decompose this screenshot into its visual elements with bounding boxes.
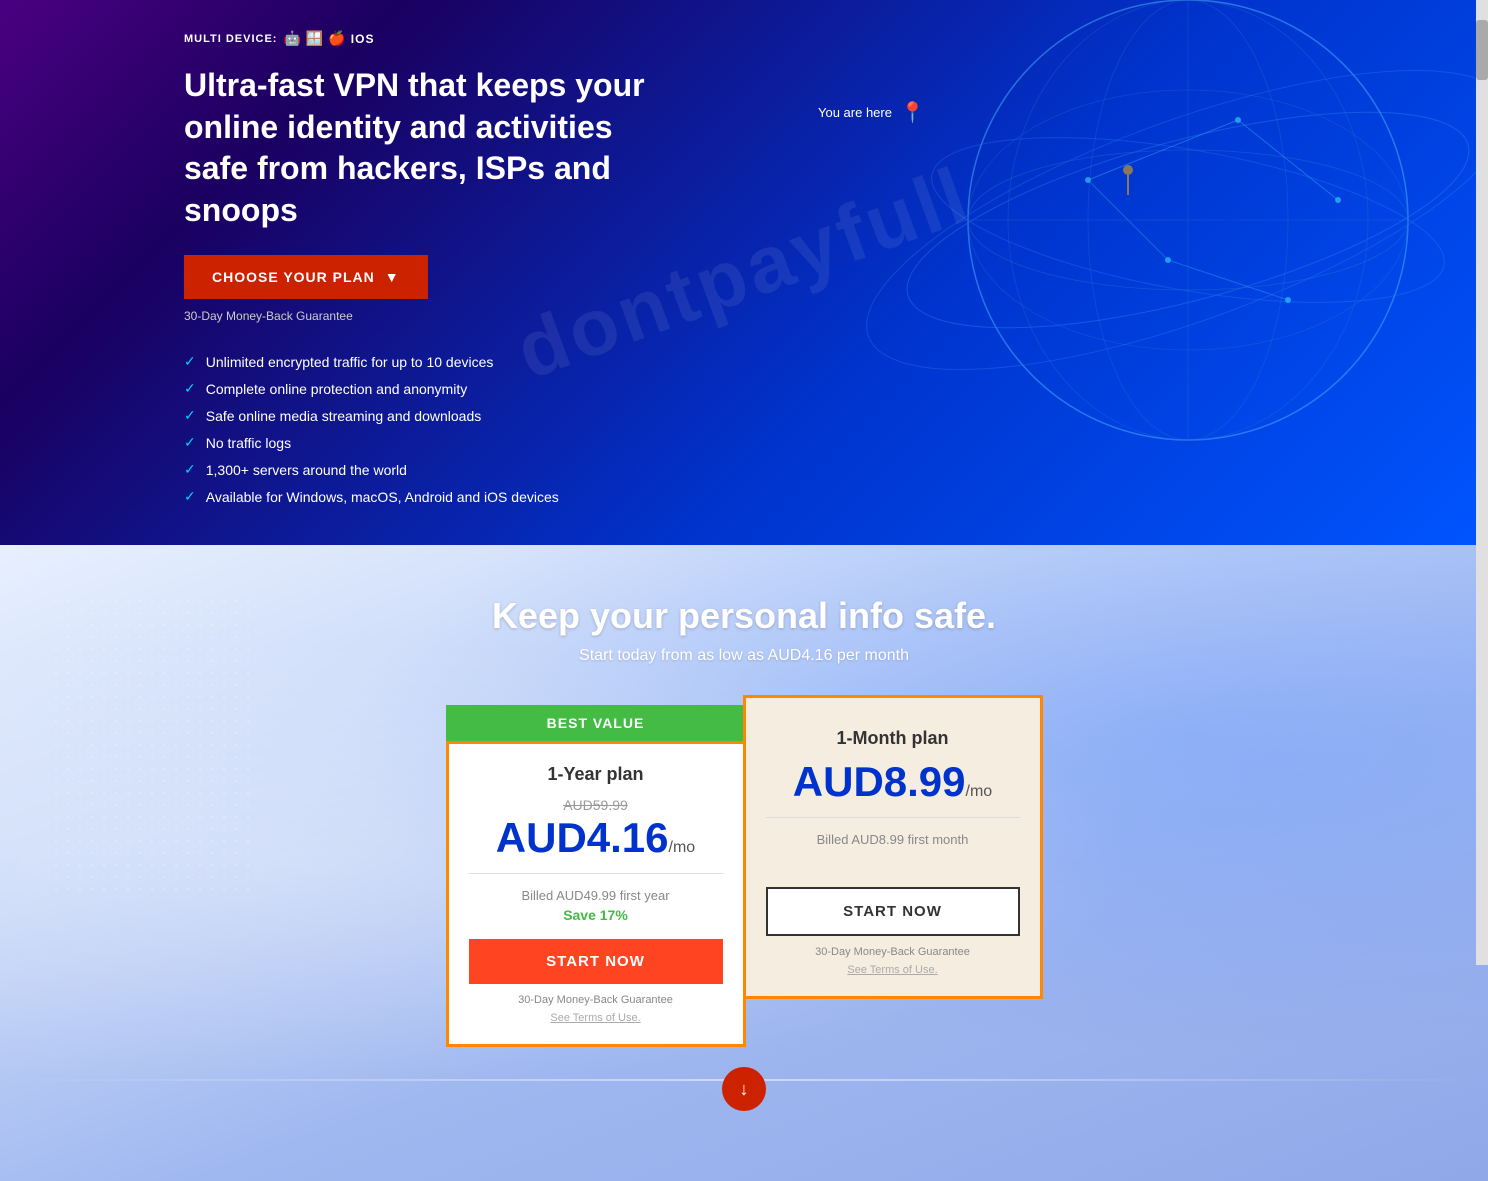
choose-plan-label: CHOOSE YOUR PLAN bbox=[212, 269, 375, 285]
hero-content: MULTI DEVICE: 🤖 🪟 🍎 iOS Ultra-fast VPN t… bbox=[144, 20, 1344, 505]
feature-text-2: Complete online protection and anonymity bbox=[206, 381, 468, 397]
check-icon-3: ✓ bbox=[184, 407, 196, 424]
android-icon: 🤖 bbox=[283, 30, 301, 47]
check-icon-2: ✓ bbox=[184, 380, 196, 397]
plan-1month-guarantee: 30-Day Money-Back Guarantee bbox=[766, 946, 1020, 958]
plan-1month-billing: Billed AUD8.99 first month bbox=[766, 832, 1020, 847]
check-icon-1: ✓ bbox=[184, 353, 196, 370]
plan-1month-terms[interactable]: See Terms of Use. bbox=[766, 964, 1020, 976]
feature-text-3: Safe online media streaming and download… bbox=[206, 408, 482, 424]
plan-1year-billing: Billed AUD49.99 first year bbox=[469, 888, 723, 903]
pricing-title: Keep your personal info safe. bbox=[294, 595, 1194, 637]
start-now-button-1year[interactable]: START NOW bbox=[469, 939, 723, 984]
multi-device-row: MULTI DEVICE: 🤖 🪟 🍎 iOS bbox=[184, 30, 864, 47]
plan-card-1month: 1-Month plan AUD8.99/mo Billed AUD8.99 f… bbox=[743, 695, 1043, 999]
check-icon-6: ✓ bbox=[184, 488, 196, 505]
start-now-label-1year: START NOW bbox=[546, 953, 645, 970]
check-icon-5: ✓ bbox=[184, 461, 196, 478]
arrow-down-icon: ▼ bbox=[385, 269, 400, 285]
scrollbar[interactable] bbox=[1476, 0, 1488, 965]
feature-item-4: ✓ No traffic logs bbox=[184, 434, 864, 451]
scroll-down-icon: ↓ bbox=[740, 1079, 749, 1100]
divider-1year bbox=[469, 873, 723, 874]
plan-1month-spacer bbox=[766, 851, 1020, 871]
device-icons: 🤖 🪟 🍎 iOS bbox=[283, 30, 374, 47]
bottom-hint: ↓ bbox=[294, 1047, 1194, 1121]
feature-item-6: ✓ Available for Windows, macOS, Android … bbox=[184, 488, 864, 505]
ios-label: iOS bbox=[351, 32, 375, 46]
plan-1year-name: 1-Year plan bbox=[469, 764, 723, 785]
hero-section: dontpayfull bbox=[0, 0, 1488, 545]
pricing-inner: Keep your personal info safe. Start toda… bbox=[294, 595, 1194, 1121]
feature-text-6: Available for Windows, macOS, Android an… bbox=[206, 489, 559, 505]
feature-item-2: ✓ Complete online protection and anonymi… bbox=[184, 380, 864, 397]
plans-container: BEST VALUE 1-Year plan AUD59.99 AUD4.16/… bbox=[294, 705, 1194, 1047]
plan-1year-terms[interactable]: See Terms of Use. bbox=[469, 1012, 723, 1024]
hero-left-panel: MULTI DEVICE: 🤖 🪟 🍎 iOS Ultra-fast VPN t… bbox=[184, 20, 864, 505]
divider-1month bbox=[766, 817, 1020, 818]
features-list: ✓ Unlimited encrypted traffic for up to … bbox=[184, 353, 864, 505]
money-back-guarantee: 30-Day Money-Back Guarantee bbox=[184, 309, 864, 323]
choose-plan-button[interactable]: CHOOSE YOUR PLAN ▼ bbox=[184, 255, 428, 299]
pricing-subtitle: Start today from as low as AUD4.16 per m… bbox=[294, 647, 1194, 665]
plan-1year-save: Save 17% bbox=[469, 907, 723, 923]
plan-1year-original-price: AUD59.99 bbox=[469, 797, 723, 813]
plan-1year-guarantee: 30-Day Money-Back Guarantee bbox=[469, 994, 723, 1006]
plan-1month-price-value: AUD8.99 bbox=[793, 758, 966, 805]
check-icon-4: ✓ bbox=[184, 434, 196, 451]
plan-1year-wrapper: BEST VALUE 1-Year plan AUD59.99 AUD4.16/… bbox=[446, 705, 746, 1047]
windows-icon: 🪟 bbox=[306, 30, 324, 47]
plan-1month-main-price: AUD8.99/mo bbox=[766, 761, 1020, 803]
feature-text-1: Unlimited encrypted traffic for up to 10… bbox=[206, 354, 494, 370]
scroll-down-button[interactable]: ↓ bbox=[722, 1067, 766, 1111]
plan-1month-price-suffix: /mo bbox=[966, 783, 993, 800]
start-now-button-1month[interactable]: START NOW bbox=[766, 887, 1020, 936]
scrollbar-thumb[interactable] bbox=[1476, 20, 1488, 80]
plan-1year-price-value: AUD4.16 bbox=[496, 814, 669, 861]
feature-text-4: No traffic logs bbox=[206, 435, 291, 451]
feature-item-3: ✓ Safe online media streaming and downlo… bbox=[184, 407, 864, 424]
best-value-badge: BEST VALUE bbox=[446, 705, 746, 741]
feature-text-5: 1,300+ servers around the world bbox=[206, 462, 407, 478]
multi-device-label: MULTI DEVICE: bbox=[184, 33, 277, 45]
feature-item-1: ✓ Unlimited encrypted traffic for up to … bbox=[184, 353, 864, 370]
hero-title: Ultra-fast VPN that keeps your online id… bbox=[184, 65, 684, 231]
mac-icon: 🍎 bbox=[328, 30, 346, 47]
start-now-label-1month: START NOW bbox=[843, 903, 942, 920]
pricing-section: dontpayfull Keep your personal info safe… bbox=[0, 545, 1488, 1181]
plan-1year-price-suffix: /mo bbox=[669, 839, 696, 856]
plan-1month-wrapper: 1-Month plan AUD8.99/mo Billed AUD8.99 f… bbox=[743, 695, 1043, 999]
plan-1year-main-price: AUD4.16/mo bbox=[469, 817, 723, 859]
plan-1month-name: 1-Month plan bbox=[766, 728, 1020, 749]
dots-decoration bbox=[50, 595, 250, 895]
feature-item-5: ✓ 1,300+ servers around the world bbox=[184, 461, 864, 478]
plan-card-1year: 1-Year plan AUD59.99 AUD4.16/mo Billed A… bbox=[446, 741, 746, 1047]
